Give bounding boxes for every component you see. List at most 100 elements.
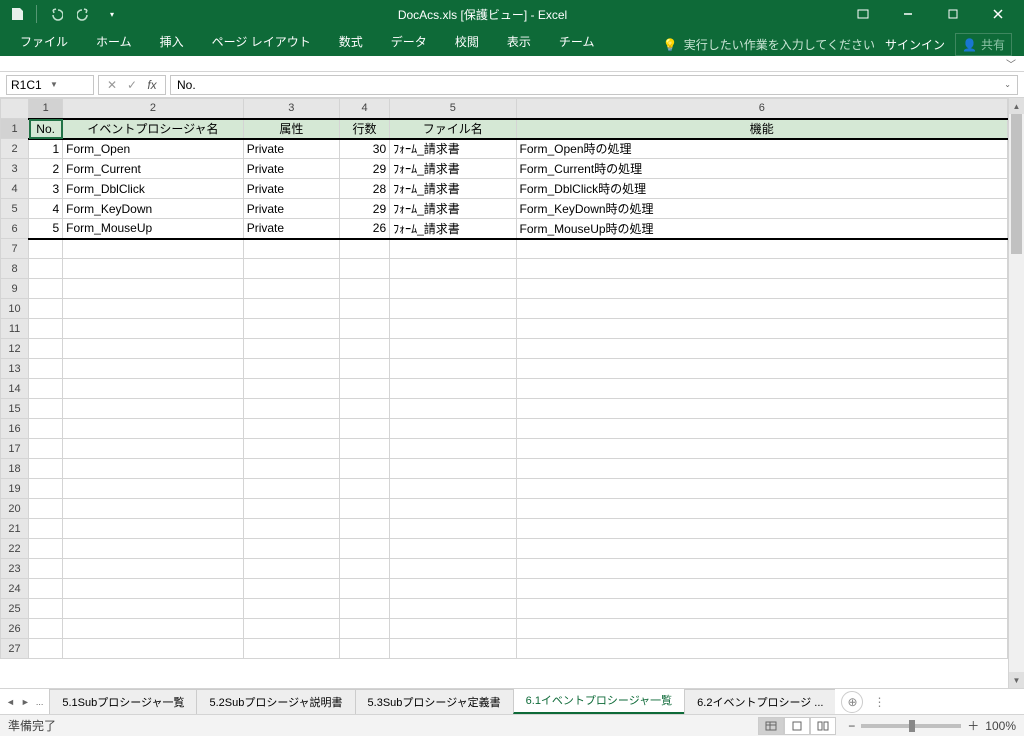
name-box-dropdown-icon[interactable]: ▼ bbox=[50, 80, 89, 89]
row-header[interactable]: 23 bbox=[1, 559, 29, 579]
cell[interactable] bbox=[63, 559, 244, 579]
cell[interactable]: Private bbox=[243, 139, 339, 159]
cell[interactable] bbox=[29, 519, 63, 539]
cell[interactable] bbox=[390, 399, 516, 419]
cell[interactable] bbox=[29, 379, 63, 399]
row-header[interactable]: 2 bbox=[1, 139, 29, 159]
table-header-cell[interactable]: 属性 bbox=[243, 119, 339, 139]
row-header[interactable]: 3 bbox=[1, 159, 29, 179]
row-header[interactable]: 13 bbox=[1, 359, 29, 379]
cell[interactable] bbox=[339, 239, 389, 259]
cell[interactable]: 4 bbox=[29, 199, 63, 219]
scroll-down-button[interactable]: ▼ bbox=[1009, 672, 1024, 688]
cell[interactable]: Form_DblClick bbox=[63, 179, 244, 199]
cell[interactable] bbox=[390, 479, 516, 499]
table-header-cell[interactable]: No. bbox=[29, 119, 63, 139]
cell[interactable]: Form_MouseUp bbox=[63, 219, 244, 239]
cell[interactable] bbox=[243, 239, 339, 259]
cell[interactable] bbox=[339, 619, 389, 639]
cell[interactable] bbox=[29, 599, 63, 619]
cell[interactable] bbox=[63, 399, 244, 419]
sheet-tab[interactable]: 6.2イベントプロシージ ... bbox=[684, 689, 835, 714]
cell[interactable] bbox=[243, 359, 339, 379]
tell-me-search[interactable]: 💡 実行したい作業を入力してください bbox=[663, 36, 875, 53]
cell[interactable]: Form_KeyDown時の処理 bbox=[516, 199, 1008, 219]
cell[interactable]: ﾌｫｰﾑ_請求書 bbox=[390, 159, 516, 179]
cell[interactable] bbox=[63, 539, 244, 559]
cell[interactable]: Form_Open時の処理 bbox=[516, 139, 1008, 159]
cell[interactable] bbox=[390, 239, 516, 259]
cell[interactable]: 29 bbox=[339, 199, 389, 219]
cell[interactable] bbox=[29, 499, 63, 519]
cell[interactable] bbox=[243, 439, 339, 459]
sheet-tab[interactable]: 6.1イベントプロシージャ一覧 bbox=[513, 689, 686, 714]
sheet-nav-next-icon[interactable]: ► bbox=[21, 697, 30, 707]
cell[interactable] bbox=[63, 619, 244, 639]
cell[interactable] bbox=[339, 399, 389, 419]
cell[interactable] bbox=[63, 379, 244, 399]
cell[interactable] bbox=[63, 419, 244, 439]
cell[interactable]: Form_Current時の処理 bbox=[516, 159, 1008, 179]
col-header[interactable]: 1 bbox=[29, 99, 63, 119]
cell[interactable] bbox=[339, 299, 389, 319]
row-header[interactable]: 5 bbox=[1, 199, 29, 219]
sheet-nav-ellipsis[interactable]: ... bbox=[36, 697, 44, 707]
cell[interactable] bbox=[29, 259, 63, 279]
cell[interactable]: 5 bbox=[29, 219, 63, 239]
cell[interactable] bbox=[516, 399, 1008, 419]
scroll-thumb[interactable] bbox=[1011, 114, 1022, 254]
maximize-button[interactable] bbox=[930, 0, 975, 28]
tab-data[interactable]: データ bbox=[377, 27, 441, 56]
cell[interactable] bbox=[243, 539, 339, 559]
cell[interactable] bbox=[390, 559, 516, 579]
formula-expand-icon[interactable]: ⌄ bbox=[1004, 80, 1011, 89]
cell[interactable]: Form_Open bbox=[63, 139, 244, 159]
cell[interactable] bbox=[63, 439, 244, 459]
cell[interactable] bbox=[243, 599, 339, 619]
insert-function-button[interactable]: fx bbox=[143, 78, 161, 92]
cell[interactable] bbox=[63, 319, 244, 339]
cell[interactable] bbox=[516, 559, 1008, 579]
cell[interactable] bbox=[516, 459, 1008, 479]
cell[interactable] bbox=[63, 239, 244, 259]
worksheet-grid[interactable]: 1234561No.イベントプロシージャ名属性行数ファイル名機能21Form_O… bbox=[0, 98, 1024, 688]
cell[interactable] bbox=[29, 579, 63, 599]
cell[interactable] bbox=[390, 539, 516, 559]
cell[interactable] bbox=[516, 319, 1008, 339]
cell[interactable] bbox=[29, 619, 63, 639]
normal-view-button[interactable] bbox=[758, 717, 784, 735]
cell[interactable] bbox=[339, 579, 389, 599]
cell[interactable] bbox=[243, 419, 339, 439]
row-header[interactable]: 17 bbox=[1, 439, 29, 459]
cell[interactable] bbox=[390, 519, 516, 539]
zoom-slider[interactable] bbox=[861, 724, 961, 728]
cell[interactable] bbox=[339, 279, 389, 299]
cell[interactable] bbox=[243, 639, 339, 659]
cell[interactable] bbox=[339, 599, 389, 619]
cell[interactable]: 1 bbox=[29, 139, 63, 159]
col-header[interactable]: 5 bbox=[390, 99, 516, 119]
cell[interactable] bbox=[516, 619, 1008, 639]
select-all-corner[interactable] bbox=[1, 99, 29, 119]
cell[interactable] bbox=[29, 279, 63, 299]
cell[interactable]: ﾌｫｰﾑ_請求書 bbox=[390, 139, 516, 159]
cell[interactable] bbox=[516, 539, 1008, 559]
row-header[interactable]: 12 bbox=[1, 339, 29, 359]
cell[interactable] bbox=[29, 459, 63, 479]
table-header-cell[interactable]: ファイル名 bbox=[390, 119, 516, 139]
cell[interactable]: ﾌｫｰﾑ_請求書 bbox=[390, 219, 516, 239]
cell[interactable] bbox=[243, 479, 339, 499]
cell[interactable]: 3 bbox=[29, 179, 63, 199]
cell[interactable] bbox=[390, 259, 516, 279]
cell[interactable] bbox=[390, 359, 516, 379]
cell[interactable] bbox=[243, 259, 339, 279]
cell[interactable] bbox=[390, 299, 516, 319]
cell[interactable]: Private bbox=[243, 159, 339, 179]
cell[interactable] bbox=[243, 499, 339, 519]
cell[interactable] bbox=[516, 579, 1008, 599]
cell[interactable] bbox=[339, 259, 389, 279]
row-header[interactable]: 4 bbox=[1, 179, 29, 199]
cell[interactable] bbox=[516, 499, 1008, 519]
cell[interactable] bbox=[29, 479, 63, 499]
cell[interactable] bbox=[63, 299, 244, 319]
